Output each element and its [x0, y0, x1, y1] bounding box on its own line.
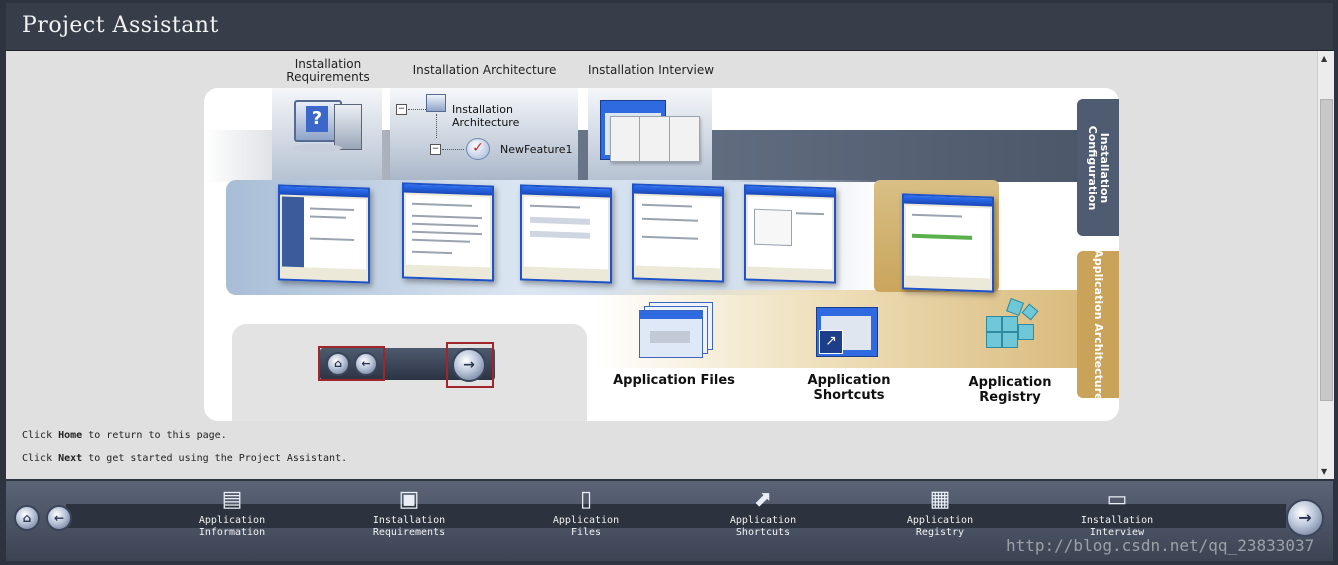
scroll-thumb[interactable]	[1320, 99, 1333, 401]
header-installation-requirements: Installation Requirements	[286, 57, 370, 84]
application-shortcuts-icon: ⬈	[753, 487, 773, 512]
nav-application-information-label: Application Information	[198, 515, 266, 538]
label-application-files[interactable]: Application Files	[609, 373, 739, 388]
tree-item-newfeature1[interactable]: NewFeature1	[500, 143, 573, 156]
overview-diagram: ? − Installation Architecture − ✓ NewFea…	[204, 88, 1119, 421]
computer-icon	[426, 94, 446, 112]
dialog-screenshot-welcome	[278, 184, 370, 284]
application-files-icon[interactable]	[639, 302, 715, 358]
computer-case-icon	[334, 104, 362, 150]
nav-application-files[interactable]: ▯ Application Files	[526, 485, 646, 539]
dialog-screenshot-customer	[520, 184, 612, 284]
application-information-icon: ▤	[221, 487, 243, 512]
computer-base-icon	[292, 144, 342, 152]
nav-application-shortcuts-label: Application Shortcuts	[729, 515, 797, 538]
installation-interview-tile[interactable]	[588, 88, 712, 180]
dialog-screenshot-license	[402, 182, 494, 282]
installation-requirements-icon: ▣	[398, 487, 420, 512]
application-shortcuts-icon[interactable]: ↗	[816, 307, 878, 357]
scroll-up-icon[interactable]: ▲	[1321, 54, 1327, 63]
tab-application-architecture[interactable]: Application Architecture	[1077, 248, 1119, 401]
tab-installation-configuration-label: Installation Configuration	[1086, 125, 1111, 210]
window-frame: Project Assistant Installation Requireme…	[0, 0, 1338, 565]
nav-installation-requirements-label: Installation Requirements	[372, 515, 446, 538]
header-installation-interview: Installation Interview	[587, 63, 715, 77]
tree-item-installation-architecture[interactable]: Installation Architecture	[452, 103, 578, 129]
nav-application-registry-label: Application Registry	[906, 515, 974, 538]
label-application-shortcuts[interactable]: Application Shortcuts	[774, 373, 924, 403]
application-registry-icon[interactable]	[982, 296, 1042, 358]
title-bar: Project Assistant	[6, 3, 1333, 51]
tree-connector	[442, 149, 464, 150]
application-files-icon: ▯	[579, 487, 593, 512]
watermark: http://blog.csdn.net/qq_23833037	[1006, 536, 1315, 555]
dialog-screenshot-setup-type	[632, 183, 724, 283]
label-application-registry[interactable]: Application Registry	[939, 375, 1081, 405]
installation-requirements-tile[interactable]: ?	[272, 88, 382, 180]
tab-application-architecture-label: Application Architecture	[1092, 248, 1105, 401]
tree-connector	[408, 109, 426, 110]
nav-installation-requirements[interactable]: ▣ Installation Requirements	[349, 485, 469, 539]
collapse-icon[interactable]: −	[430, 144, 441, 155]
collapse-icon[interactable]: −	[396, 104, 407, 115]
tree-connector-vertical	[436, 114, 437, 138]
dialog-panels-icon	[610, 116, 700, 162]
installation-interview-icon: ▭	[1106, 487, 1128, 512]
scroll-down-icon[interactable]: ▼	[1321, 467, 1327, 476]
tab-installation-configuration[interactable]: Installation Configuration	[1077, 99, 1119, 236]
feature-check-icon: ✓	[466, 138, 490, 160]
back-button[interactable]: ←	[46, 505, 72, 531]
nav-application-information[interactable]: ▤ Application Information	[172, 485, 292, 539]
application-registry-icon: ▦	[929, 487, 951, 512]
main-content: Installation Requirements Installation A…	[6, 51, 1317, 479]
installation-architecture-tile[interactable]: − Installation Architecture − ✓ NewFeatu…	[390, 88, 578, 180]
vertical-scrollbar[interactable]: ▲ ▼	[1317, 51, 1334, 479]
nav-application-shortcuts[interactable]: ⬈ Application Shortcuts	[703, 485, 823, 539]
help-text-next: Click Next to get started using the Proj…	[22, 453, 348, 464]
nav-installation-interview[interactable]: ▭ Installation Interview	[1057, 485, 1177, 539]
next-button[interactable]: →	[1286, 499, 1324, 537]
help-text-home: Click Home to return to this page.	[22, 430, 227, 441]
home-back-highlight	[318, 346, 385, 381]
home-button[interactable]: ⌂	[14, 505, 40, 531]
next-highlight	[446, 342, 494, 388]
window-title: Project Assistant	[22, 13, 219, 38]
dialog-screenshot-installing	[902, 193, 994, 293]
nav-application-registry[interactable]: ▦ Application Registry	[880, 485, 1000, 539]
nav-application-files-label: Application Files	[552, 515, 620, 538]
navigation-demo-panel: ⌂ ← →	[232, 324, 587, 421]
header-installation-architecture: Installation Architecture	[412, 63, 557, 77]
dialog-screenshot-custom-setup	[744, 184, 836, 284]
